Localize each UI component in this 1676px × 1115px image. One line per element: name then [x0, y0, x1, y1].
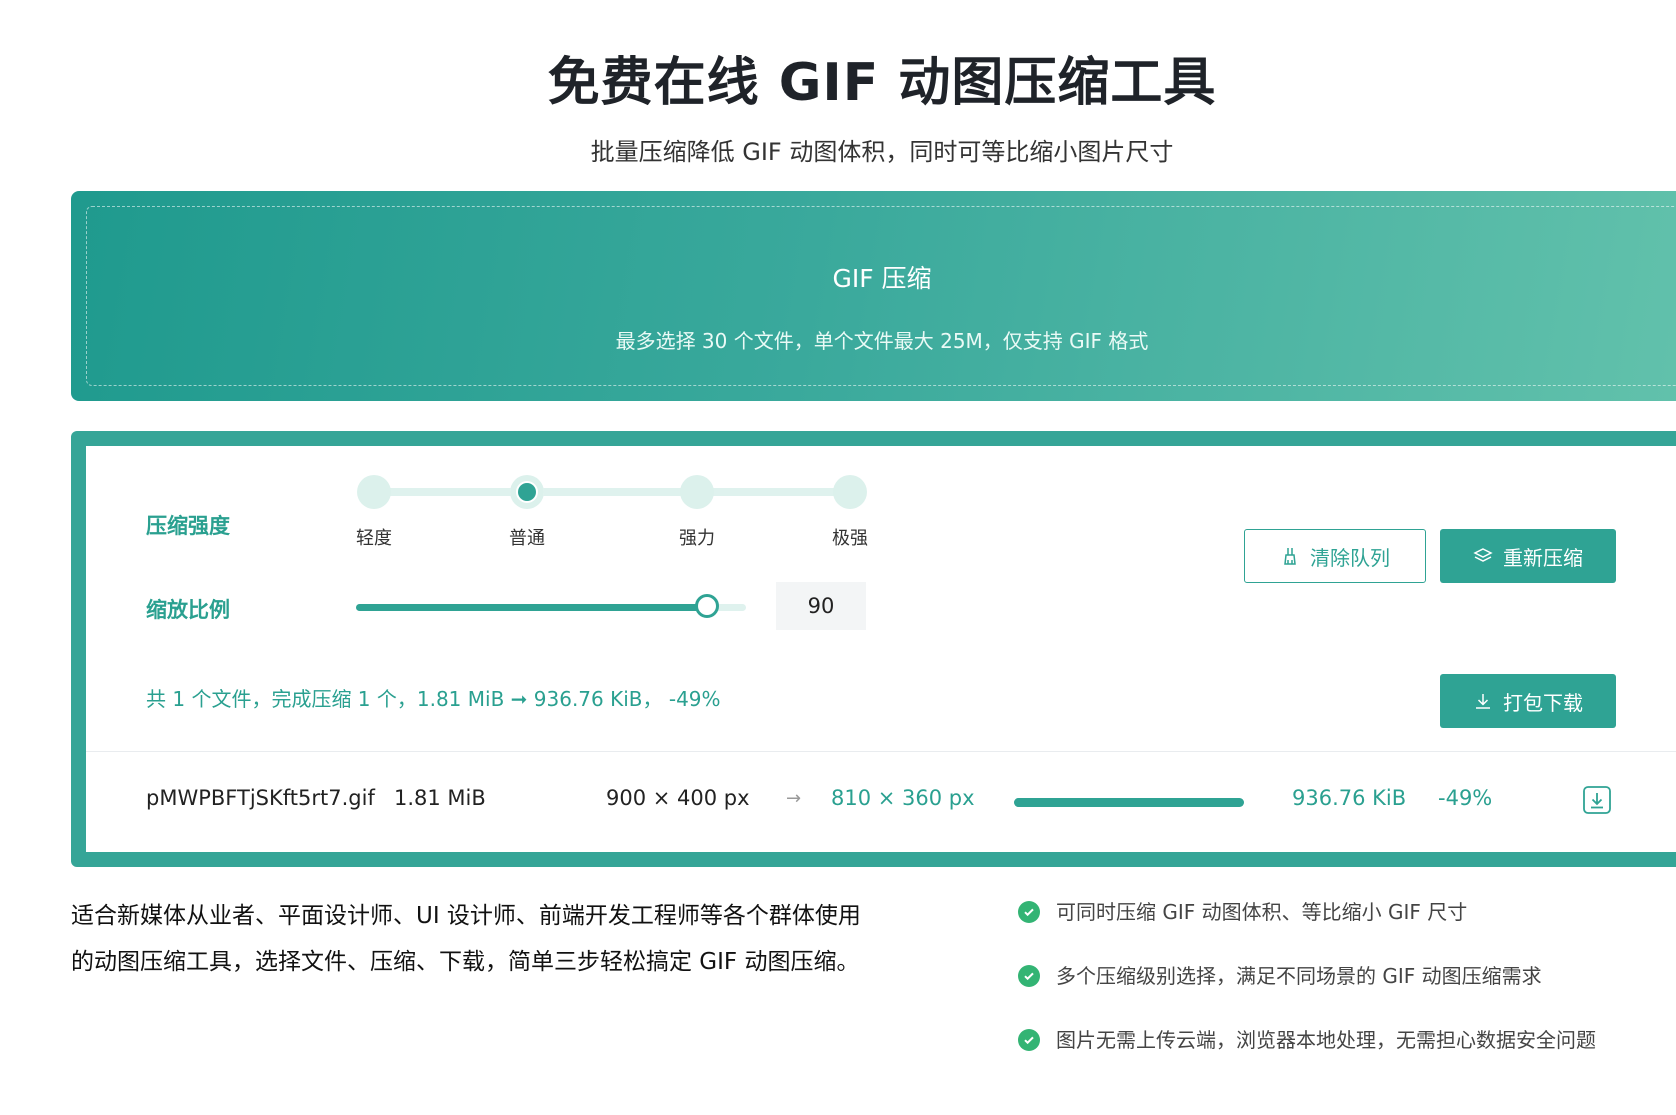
level-dot-light[interactable]: [357, 475, 391, 509]
level-dot-strong[interactable]: [680, 475, 714, 509]
level-label-light[interactable]: 轻度: [344, 524, 404, 550]
check-circle-icon: [1018, 965, 1040, 987]
strength-label: 压缩强度: [146, 514, 230, 538]
recompress-button[interactable]: 重新压缩: [1440, 529, 1616, 583]
download-all-button[interactable]: 打包下载: [1440, 674, 1616, 728]
check-circle-icon: [1018, 901, 1040, 923]
upload-banner: GIF 压缩 最多选择 30 个文件，单个文件最大 25M，仅支持 GIF 格式: [71, 191, 1676, 401]
feature-item: 可同时压缩 GIF 动图体积、等比缩小 GIF 尺寸: [1018, 897, 1596, 961]
download-all-label: 打包下载: [1503, 690, 1583, 715]
broom-icon: [1284, 548, 1296, 565]
scale-input[interactable]: [776, 582, 866, 630]
dimension-arrow: →: [786, 788, 802, 809]
scale-label: 缩放比例: [146, 598, 230, 622]
clear-queue-button[interactable]: 清除队列: [1244, 529, 1426, 583]
feature-item: 多个压缩级别选择，满足不同场景的 GIF 动图压缩需求: [1018, 961, 1596, 1025]
clear-queue-label: 清除队列: [1310, 545, 1390, 570]
compress-progress-bar: [1014, 798, 1244, 807]
compress-panel: 压缩强度 轻度 普通 强力 极强 缩放比例 清除队列: [71, 431, 1676, 867]
page: 免费在线 GIF 动图压缩工具 批量压缩降低 GIF 动图体积，同时可等比缩小图…: [0, 0, 1676, 1115]
scale-slider-fill: [356, 604, 707, 611]
scale-slider[interactable]: [356, 594, 746, 618]
file-row: pMWPBFTjSKft5rt7.gif 1.81 MiB 900 × 400 …: [86, 752, 1676, 852]
file-ratio: -49%: [1438, 786, 1493, 810]
page-subtitle: 批量压缩降低 GIF 动图体积，同时可等比缩小图片尺寸: [590, 138, 1174, 166]
upload-dropzone[interactable]: GIF 压缩 最多选择 30 个文件，单个文件最大 25M，仅支持 GIF 格式: [86, 206, 1676, 386]
level-label-strong[interactable]: 强力: [667, 524, 727, 550]
download-icon: [1476, 694, 1490, 709]
level-dot-normal[interactable]: [510, 475, 544, 509]
tool-description: 适合新媒体从业者、平面设计师、UI 设计师、前端开发工程师等各个群体使用的动图压…: [71, 903, 861, 975]
feature-list: 可同时压缩 GIF 动图体积、等比缩小 GIF 尺寸 多个压缩级别选择，满足不同…: [1018, 897, 1596, 1089]
compress-panel-inner: 压缩强度 轻度 普通 强力 极强 缩放比例 清除队列: [86, 446, 1676, 852]
level-label-normal[interactable]: 普通: [497, 524, 557, 550]
file-size: 1.81 MiB: [394, 786, 486, 810]
feature-text: 多个压缩级别选择，满足不同场景的 GIF 动图压缩需求: [1056, 964, 1542, 988]
upload-hint: 最多选择 30 个文件，单个文件最大 25M，仅支持 GIF 格式: [615, 329, 1149, 353]
scale-slider-thumb[interactable]: [695, 594, 719, 618]
recompress-label: 重新压缩: [1503, 545, 1583, 570]
layers-icon: [1473, 548, 1493, 562]
file-new-size: 936.76 KiB: [1292, 786, 1407, 810]
level-label-extreme[interactable]: 极强: [820, 524, 880, 550]
file-download-icon[interactable]: [1582, 785, 1612, 815]
file-new-dimensions: 810 × 360 px: [831, 786, 975, 810]
compress-summary: 共 1 个文件，完成压缩 1 个，1.81 MiB ➞ 936.76 KiB， …: [146, 687, 721, 711]
check-circle-icon: [1018, 1029, 1040, 1051]
feature-text: 图片无需上传云端，浏览器本地处理，无需担心数据安全问题: [1056, 1028, 1596, 1052]
file-original-dimensions: 900 × 400 px: [606, 786, 750, 810]
file-name: pMWPBFTjSKft5rt7.gif: [146, 786, 375, 810]
feature-text: 可同时压缩 GIF 动图体积、等比缩小 GIF 尺寸: [1056, 900, 1468, 924]
level-dot-extreme[interactable]: [833, 475, 867, 509]
feature-item: 图片无需上传云端，浏览器本地处理，无需担心数据安全问题: [1018, 1025, 1596, 1089]
page-title: 免费在线 GIF 动图压缩工具: [547, 53, 1217, 113]
strength-track: [371, 488, 858, 496]
compress-progress-fill: [1014, 798, 1244, 807]
upload-title: GIF 压缩: [832, 264, 932, 293]
